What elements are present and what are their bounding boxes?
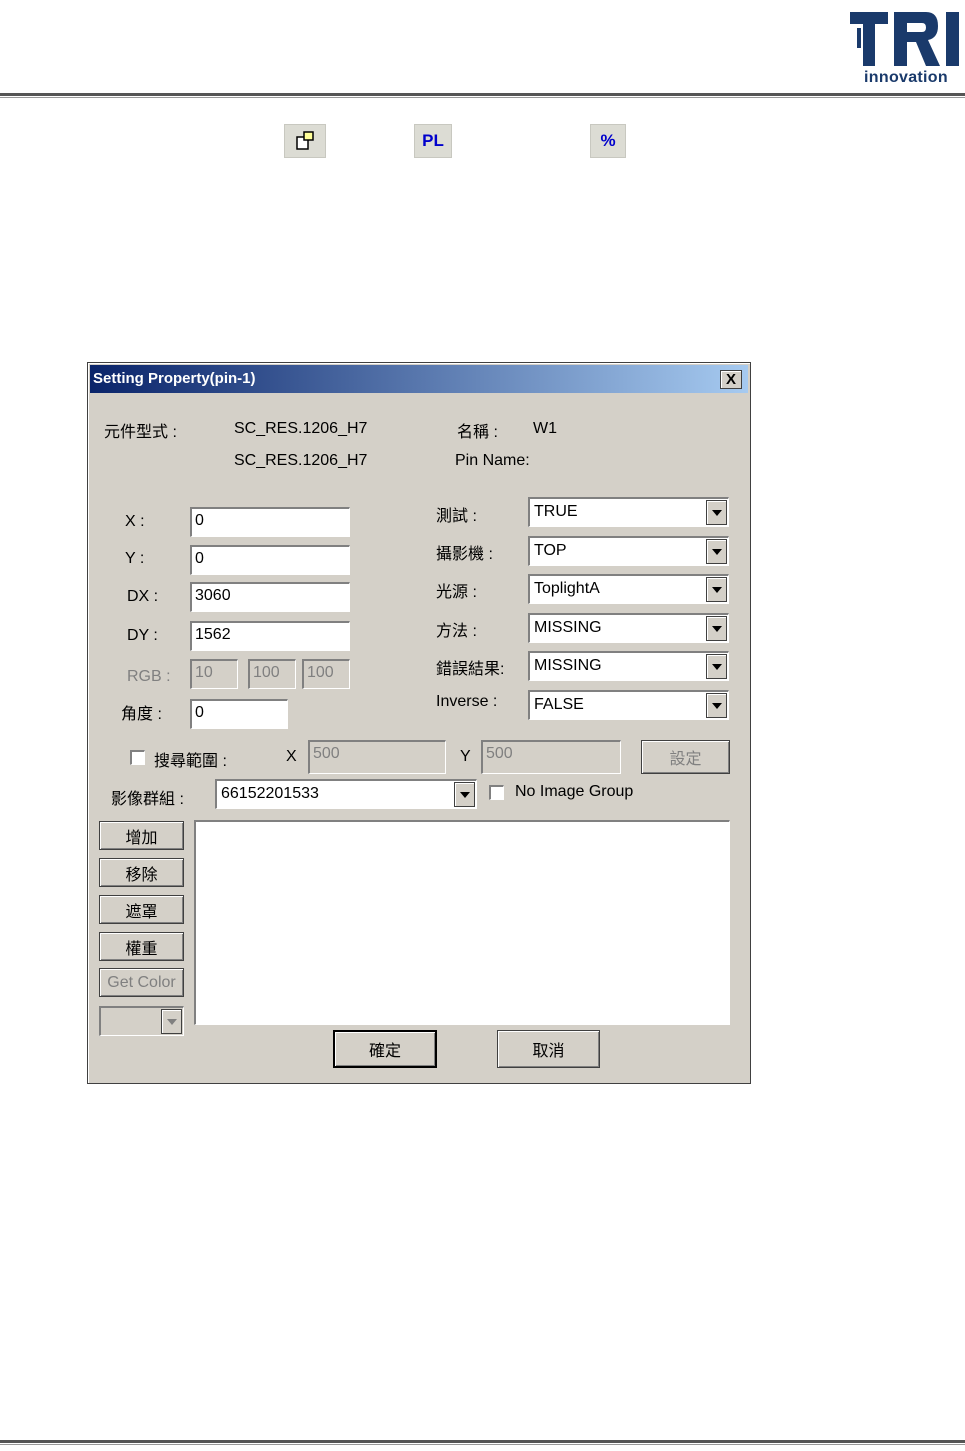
test-select[interactable]: TRUE (528, 497, 729, 527)
y-input[interactable]: 0 (190, 545, 350, 575)
method-label: 方法 : (436, 623, 477, 640)
header-divider-thin (0, 97, 965, 98)
ok-button[interactable]: 確定 (333, 1030, 437, 1068)
search-range-checkbox[interactable] (130, 750, 145, 765)
x-input[interactable]: 0 (190, 507, 350, 537)
rgb-g-input[interactable]: 100 (248, 659, 296, 689)
component-type-value: SC_RES.1206_H7 (234, 420, 368, 437)
header-divider (0, 93, 965, 96)
camera-label: 攝影機 : (436, 546, 493, 563)
light-source-select[interactable]: ToplightA (528, 574, 729, 604)
rgb-b-input[interactable]: 100 (302, 659, 350, 689)
add-button[interactable]: 增加 (99, 821, 184, 850)
y-label: Y : (125, 550, 145, 567)
test-label: 測試 : (436, 508, 477, 525)
camera-select-value: TOP (534, 542, 567, 559)
camera-select[interactable]: TOP (528, 536, 729, 566)
chevron-down-icon[interactable] (706, 577, 727, 602)
item-listbox[interactable] (194, 820, 730, 1025)
percent-icon-label: % (600, 131, 616, 150)
light-source-select-value: ToplightA (534, 580, 600, 597)
component-type-label: 元件型式 : (104, 424, 177, 441)
chevron-down-icon[interactable] (706, 539, 727, 564)
percent-icon: % (590, 124, 626, 158)
get-color-button[interactable]: Get Color (99, 968, 184, 997)
error-result-select-value: MISSING (534, 657, 602, 674)
chevron-down-icon[interactable] (706, 500, 727, 525)
tri-logo: innovation (848, 8, 964, 90)
tri-logo-mark (850, 12, 959, 66)
property-icon (284, 124, 326, 158)
image-group-select[interactable]: 66152201533 (215, 779, 477, 809)
logo-tagline: innovation (864, 69, 948, 86)
search-y-input[interactable]: 500 (481, 740, 621, 774)
inverse-select[interactable]: FALSE (528, 690, 729, 720)
title-bar[interactable]: Setting Property(pin-1) X (90, 365, 748, 393)
close-icon: X (725, 371, 736, 388)
search-x-label: X (286, 748, 297, 765)
footer-divider-thin (0, 1444, 965, 1445)
dx-input[interactable]: 3060 (190, 582, 350, 612)
dy-input[interactable]: 1562 (190, 621, 350, 651)
rgb-label: RGB : (127, 668, 171, 685)
component-type-value-secondary: SC_RES.1206_H7 (234, 452, 368, 469)
no-image-group-checkbox[interactable] (489, 785, 504, 800)
pl-icon: PL (414, 124, 452, 158)
error-result-select[interactable]: MISSING (528, 651, 729, 681)
pl-icon-label: PL (422, 131, 444, 150)
setting-property-dialog: Setting Property(pin-1) X 元件型式 : SC_RES.… (87, 362, 751, 1084)
image-group-label: 影像群組 : (111, 791, 184, 808)
angle-label: 角度 : (121, 706, 162, 723)
cancel-button[interactable]: 取消 (497, 1030, 600, 1068)
light-source-label: 光源 : (436, 584, 477, 601)
weight-button[interactable]: 權重 (99, 932, 184, 961)
inverse-select-value: FALSE (534, 696, 584, 713)
method-select-value: MISSING (534, 619, 602, 636)
search-range-label: 搜尋範圍 : (154, 753, 227, 770)
set-search-range-button[interactable]: 設定 (641, 740, 730, 774)
color-select[interactable] (99, 1006, 184, 1036)
method-select[interactable]: MISSING (528, 613, 729, 643)
close-button[interactable]: X (720, 370, 742, 389)
image-group-select-value: 66152201533 (221, 785, 319, 802)
mask-button[interactable]: 遮罩 (99, 895, 184, 924)
chevron-down-icon[interactable] (706, 616, 727, 641)
name-label: 名稱 : (457, 424, 498, 441)
rgb-r-input[interactable]: 10 (190, 659, 238, 689)
name-value: W1 (533, 420, 557, 437)
chevron-down-icon[interactable] (161, 1009, 182, 1034)
remove-button[interactable]: 移除 (99, 858, 184, 887)
search-x-input[interactable]: 500 (308, 740, 446, 774)
inverse-label: Inverse : (436, 693, 498, 710)
test-select-value: TRUE (534, 503, 578, 520)
dialog-title: Setting Property(pin-1) (93, 370, 256, 387)
angle-input[interactable]: 0 (190, 699, 288, 729)
footer-divider (0, 1440, 965, 1443)
error-result-label: 錯誤結果: (436, 661, 505, 678)
dy-label: DY : (127, 627, 158, 644)
pin-name-label: Pin Name: (455, 452, 530, 469)
chevron-down-icon[interactable] (454, 782, 475, 807)
search-y-label: Y (460, 748, 471, 765)
chevron-down-icon[interactable] (706, 693, 727, 718)
no-image-group-label: No Image Group (515, 783, 634, 800)
x-label: X : (125, 513, 145, 530)
dx-label: DX : (127, 588, 159, 605)
chevron-down-icon[interactable] (706, 654, 727, 679)
